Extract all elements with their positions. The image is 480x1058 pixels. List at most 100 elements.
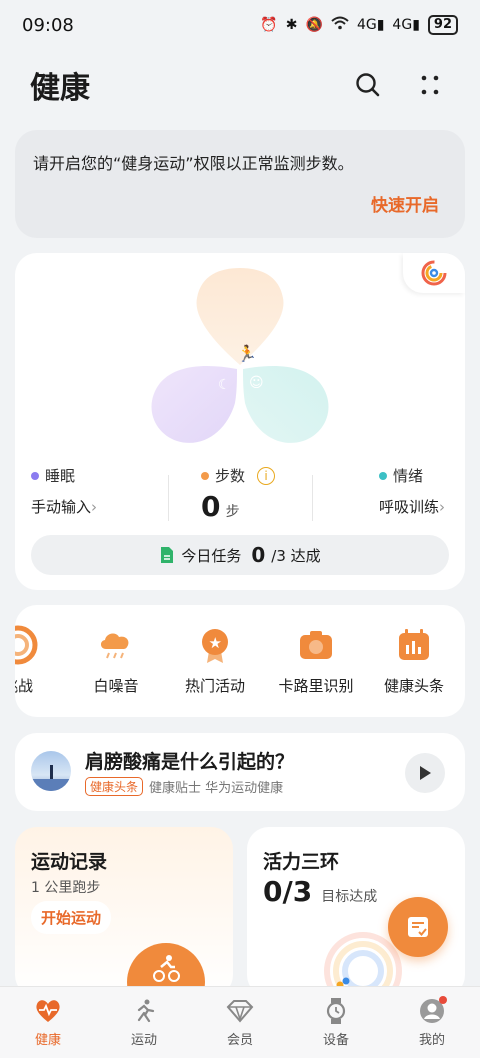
activity-progress-row: 0/3 目标达成 [263,875,377,908]
steps-stat[interactable]: 步数 i 0 步 [201,465,276,523]
task-total: /3 达成 [271,546,321,565]
shortcut-label: 挑战 [15,677,33,695]
news-tag: 健康头条 [85,777,144,796]
run-icon: 🏃 [237,344,257,363]
sleep-label: 睡眠 [45,467,76,485]
exercise-title: 运动记录 [31,851,108,873]
mood-stat[interactable]: 情绪 呼吸训练› [379,465,445,517]
signal-icon: 4G▮ [356,17,385,33]
tab-label: 设备 [322,1033,349,1048]
activity-title: 活力三环 [263,851,340,873]
activity-rings-card[interactable]: 活力三环 0/3 目标达成 [247,827,465,997]
news-source: 健康贴士 华为运动健康 [149,781,284,796]
task-done: 0 [251,543,266,567]
shortcut-calorie[interactable]: 卡路里识别 [271,625,361,696]
document-icon [161,547,174,563]
network-label: 4G [356,17,377,33]
task-label: 今日任务 [181,546,242,565]
edit-floating-button[interactable] [388,897,448,957]
search-icon [356,73,380,97]
news-meta: 健康头条 健康贴士 华为运动健康 [85,777,283,796]
shortcut-health-news[interactable]: 健康头条 [369,625,459,696]
steps-label: 步数 [215,467,246,485]
status-bar: 09:08 ⏰ ✱ 🔕 4G▮ 4G▮ 92 [0,0,480,50]
tab-label: 运动 [130,1033,157,1048]
search-button[interactable] [348,65,388,105]
mood-action-label: 呼吸训练 [379,498,440,516]
permission-banner: 请开启您的“健身运动”权限以正常监测步数。 快速开启 [15,130,465,238]
balloon-chart: 🏃 ☾ ☺ [151,268,329,443]
tab-label: 健康 [34,1033,61,1048]
daily-task-bar[interactable]: 今日任务 0 /3 达成 [31,535,449,575]
divider-left [168,475,169,521]
more-button[interactable] [410,65,450,105]
sleep-action[interactable]: 手动输入› [31,496,97,517]
tab-membership[interactable]: 会员 [200,997,280,1048]
tab-exercise[interactable]: 运动 [104,997,184,1048]
exercise-record-card[interactable]: 运动记录 1 公里跑步 开始运动 [15,827,233,997]
news-headline: 肩膀酸痛是什么引起的？ [85,751,295,773]
status-icons: ⏰ ✱ 🔕 4G▮ 4G▮ 92 [260,15,458,35]
steps-dot [201,471,209,480]
start-exercise-button[interactable]: 开始运动 [31,901,112,934]
mood-dot [379,471,387,480]
alarm-icon: ⏰ [260,17,278,33]
bluetooth-icon: ✱ [285,17,298,33]
steps-value: 0 [201,490,221,523]
steps-unit: 步 [225,504,240,520]
quick-enable-link[interactable]: 快速开启 [371,191,439,216]
battery-indicator: 92 [427,15,458,35]
activity-caption: 目标达成 [321,889,378,905]
play-icon [420,766,431,780]
app-header: 健康 [0,60,480,110]
status-time: 09:08 [22,14,74,36]
shortcut-label: 白噪音 [93,677,139,695]
shortcuts-card: 挑战 白噪音 ★ 热门活动 卡路里识别 健康头条 [15,605,465,717]
info-icon[interactable]: i [257,466,276,485]
moon-icon: ☾ [218,377,231,393]
news-thumbnail [31,751,71,791]
news-card[interactable]: 肩膀酸痛是什么引起的？ 健康头条 健康贴士 华为运动健康 [15,733,465,811]
sleep-stat[interactable]: 睡眠 手动输入› [31,465,97,517]
avatar-icon [418,996,447,1025]
running-icon [130,997,158,1025]
tab-label: 我的 [418,1033,445,1048]
medal-icon: ★ [202,629,228,663]
more-dots-icon [421,75,439,95]
wifi-icon [331,16,349,34]
steps-value-row: 0 步 [201,490,275,523]
chevron-right-icon: › [91,498,98,516]
sleep-dot [31,471,39,480]
cloud-rain-icon [100,633,129,659]
play-button[interactable] [405,753,445,793]
note-check-icon [408,917,428,937]
notification-dot [439,996,447,1004]
shortcut-white-noise[interactable]: 白噪音 [71,625,161,696]
bottom-tab-bar: 健康 运动 会员 设备 我的 [0,986,480,1058]
cycling-icon [153,955,180,982]
heart-icon [34,997,62,1025]
shortcut-hot-events[interactable]: ★ 热门活动 [170,625,260,696]
signal-icon-2: 4G▮ [392,17,420,33]
challenge-icon [15,625,38,665]
camera-icon [300,631,332,659]
page-title: 健康 [30,71,90,106]
tab-label: 会员 [226,1033,253,1048]
tab-health[interactable]: 健康 [8,997,88,1048]
svg-text:★: ★ [209,634,222,652]
smile-icon: ☺ [249,375,264,391]
mood-label-row: 情绪 [379,465,445,486]
shortcut-label: 健康头条 [383,677,444,695]
shortcut-label: 卡路里识别 [278,677,354,695]
calendar-chart-icon [399,629,429,660]
tab-devices[interactable]: 设备 [296,997,376,1048]
chevron-right-icon: › [439,498,446,516]
tab-profile[interactable]: 我的 [392,996,472,1048]
network-label-2: 4G [392,17,413,33]
mute-icon: 🔕 [305,17,323,33]
health-summary-card[interactable]: 🏃 ☾ ☺ 睡眠 手动输入› 步数 i 0 步 情绪 呼吸训练› 今日任务 0 … [15,253,465,590]
sleep-label-row: 睡眠 [31,465,97,486]
shortcut-challenge[interactable]: 挑战 [15,625,63,696]
activity-value: 0/3 [263,875,313,908]
mood-action[interactable]: 呼吸训练› [379,496,445,517]
